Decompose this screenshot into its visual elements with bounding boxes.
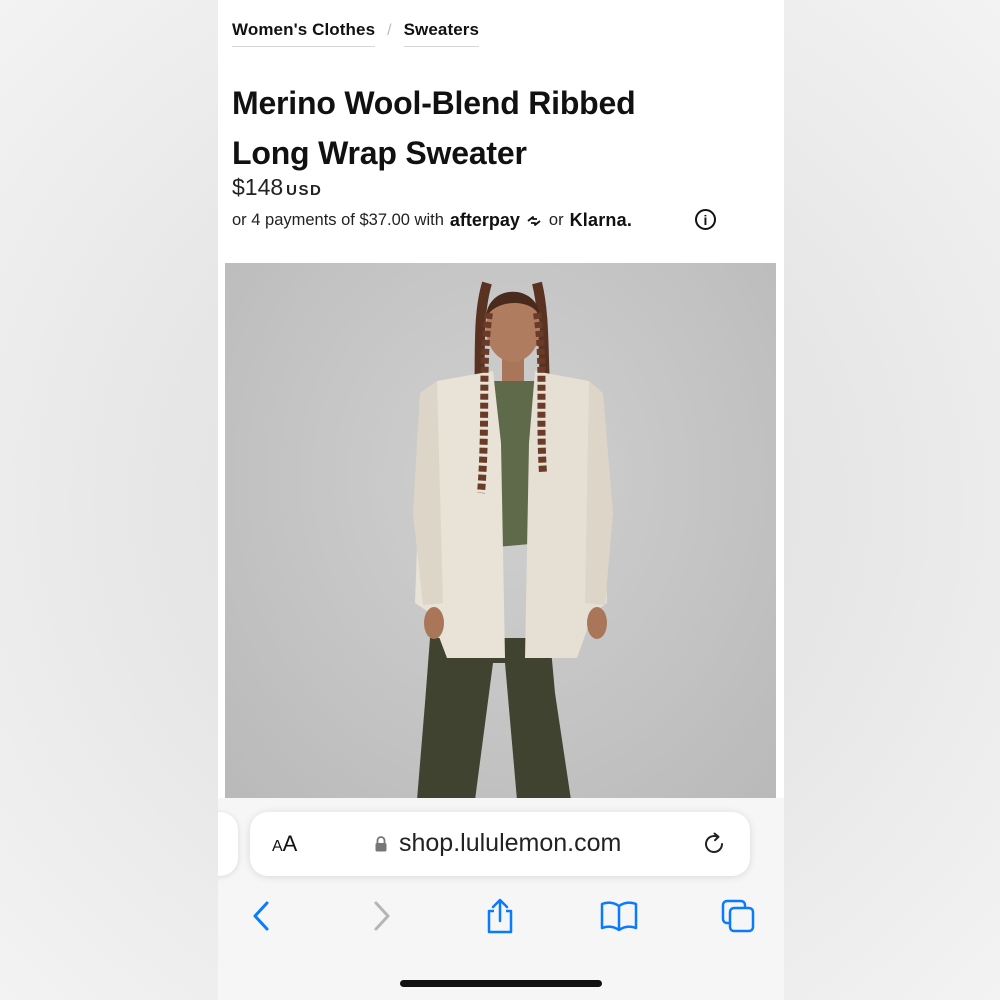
product-price: $148 USD bbox=[232, 174, 322, 201]
lock-icon bbox=[375, 836, 387, 852]
forward-button[interactable] bbox=[362, 896, 402, 936]
breadcrumb-womens-clothes[interactable]: Women's Clothes bbox=[232, 20, 376, 47]
tabs-button[interactable] bbox=[718, 896, 758, 936]
product-image[interactable] bbox=[225, 263, 776, 800]
previous-tab-pill[interactable] bbox=[218, 812, 238, 876]
home-indicator bbox=[400, 980, 602, 987]
browser-viewport: Women's Clothes / Sweaters Merino Wool-B… bbox=[218, 0, 784, 1000]
chevron-right-icon bbox=[374, 901, 390, 931]
reload-icon[interactable] bbox=[702, 831, 728, 857]
breadcrumb: Women's Clothes / Sweaters bbox=[232, 20, 480, 47]
chevron-left-icon bbox=[253, 901, 269, 931]
afterpay-label: afterpay bbox=[449, 210, 520, 230]
afterpay-logo: afterpay bbox=[450, 210, 543, 231]
installment-info: or 4 payments of $37.00 with afterpay or… bbox=[232, 210, 632, 231]
bookmarks-button[interactable] bbox=[599, 896, 639, 936]
url-text[interactable]: shop.lululemon.com bbox=[399, 829, 621, 858]
breadcrumb-sweaters[interactable]: Sweaters bbox=[403, 20, 480, 47]
book-icon bbox=[600, 901, 638, 932]
klarna-logo: Klarna. bbox=[569, 210, 633, 230]
product-title: Merino Wool-Blend Ribbed Long Wrap Sweat… bbox=[232, 85, 636, 171]
share-button[interactable] bbox=[480, 896, 520, 936]
address-bar[interactable]: AA shop.lululemon.com bbox=[250, 812, 750, 876]
model-illustration bbox=[413, 281, 613, 800]
aa-large: A bbox=[282, 831, 298, 856]
installment-text: or 4 payments of $37.00 with bbox=[232, 211, 444, 229]
breadcrumb-separator: / bbox=[387, 22, 392, 39]
reader-text-size-button[interactable]: AA bbox=[272, 831, 297, 857]
tabs-icon bbox=[721, 899, 755, 933]
aa-small: A bbox=[272, 838, 283, 855]
info-icon[interactable]: i bbox=[695, 209, 716, 230]
back-button[interactable] bbox=[241, 896, 281, 936]
price-currency: USD bbox=[286, 182, 323, 199]
share-icon bbox=[487, 898, 513, 934]
price-amount: $148 bbox=[232, 174, 284, 200]
afterpay-arrows-icon bbox=[527, 216, 541, 227]
or-text: or bbox=[548, 211, 564, 229]
